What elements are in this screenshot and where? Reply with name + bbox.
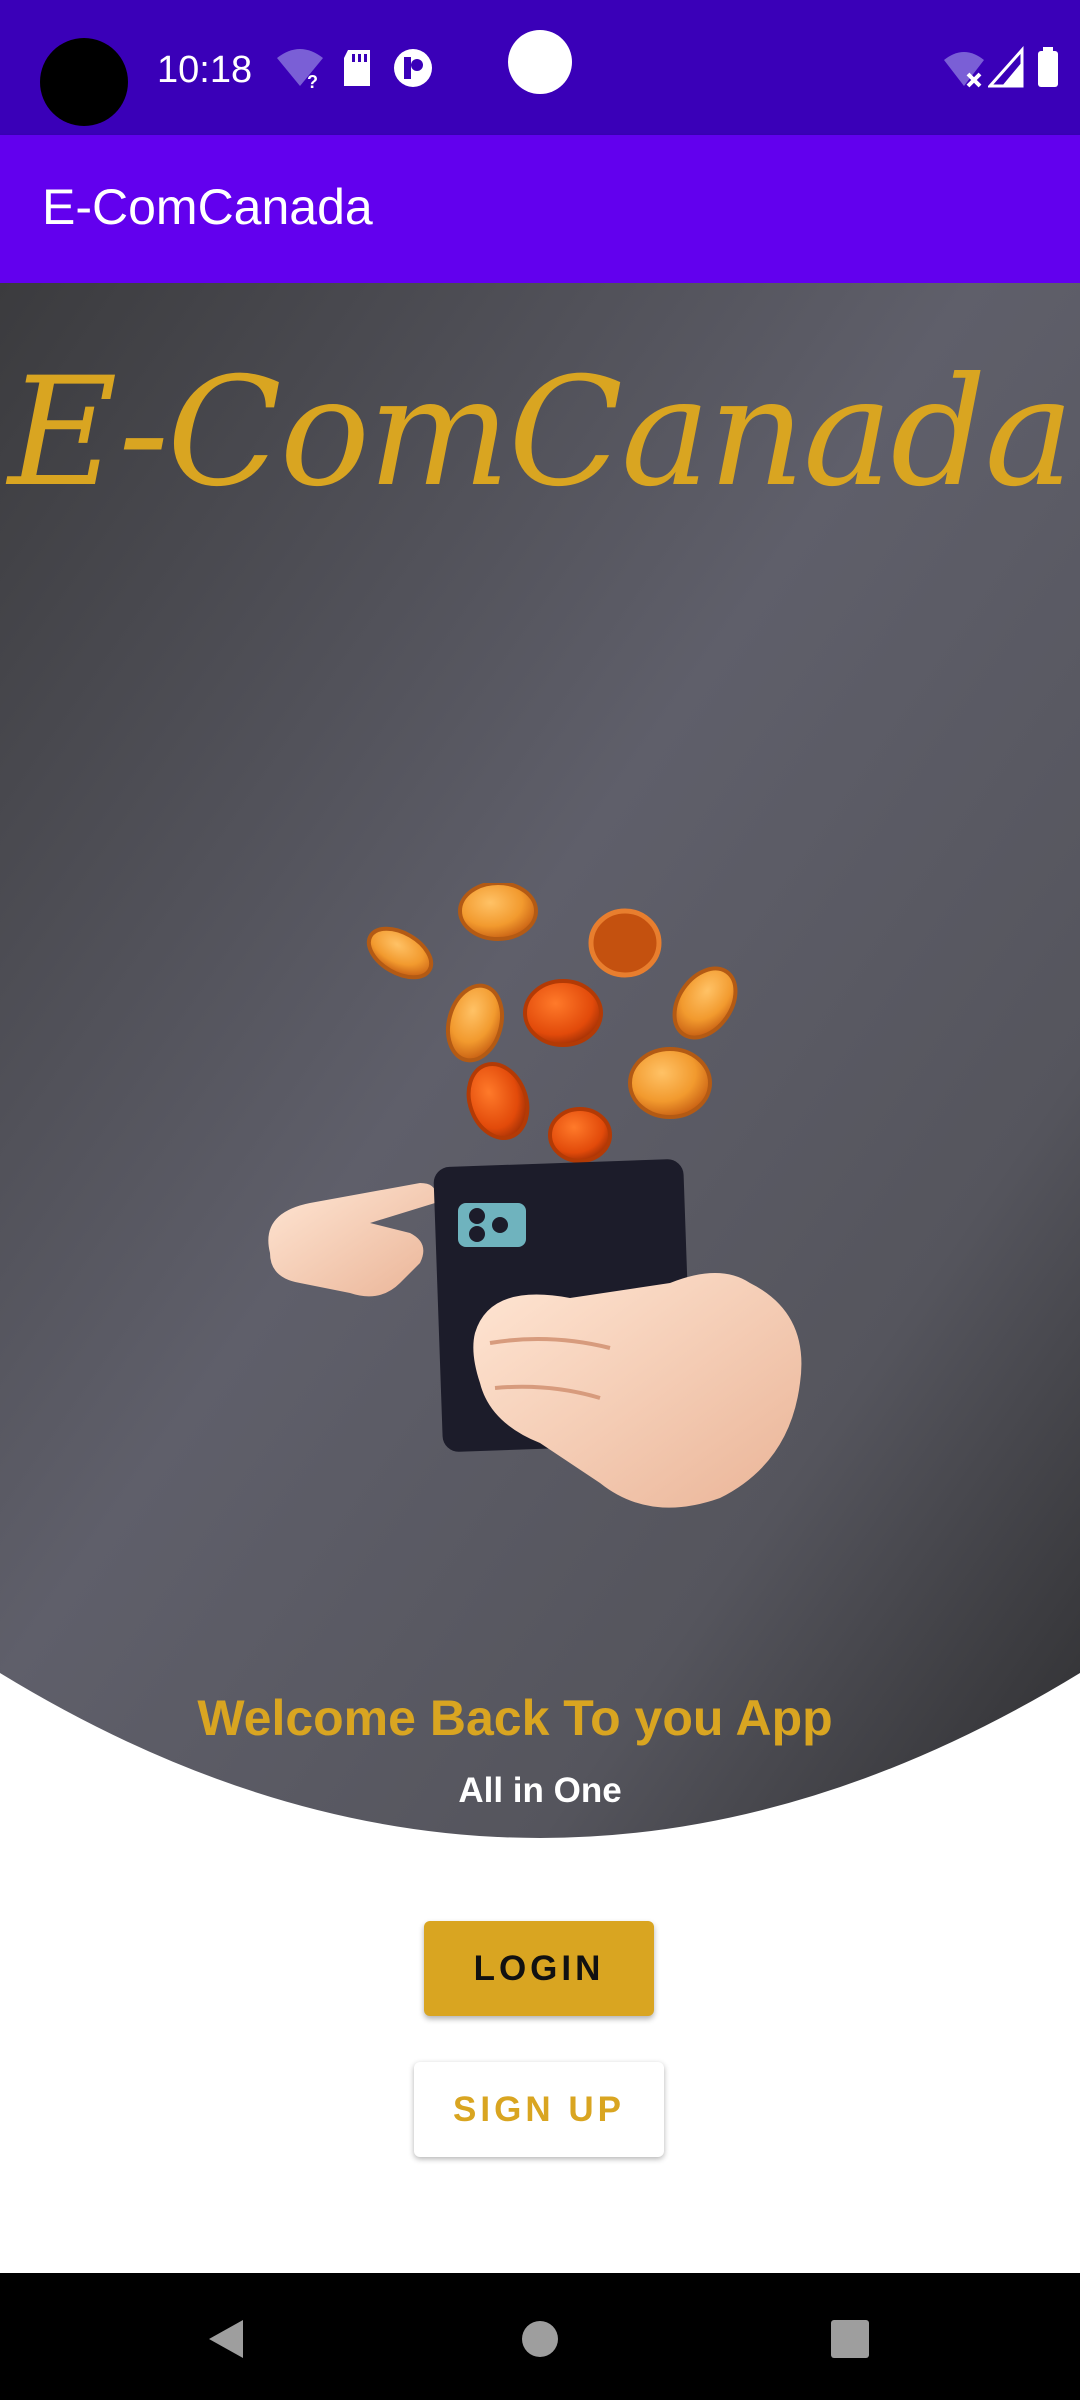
tagline-text: All in One <box>458 1771 622 1810</box>
hero-section: E-ComCanada Welcome Back To you App All … <box>0 283 1080 1848</box>
cell-signal-icon <box>988 46 1024 88</box>
login-button[interactable]: LOGIN <box>424 1921 654 2016</box>
brand-script-title: E-ComCanada <box>8 346 1074 520</box>
front-sensor <box>508 30 572 94</box>
hand-holding-phone-illustration <box>268 883 802 1508</box>
back-icon[interactable] <box>186 2299 266 2379</box>
status-bar: 10:18 ? <box>0 0 1080 135</box>
svg-text:?: ? <box>307 72 318 90</box>
app-bar-title: E-ComCanada <box>42 179 373 235</box>
wifi-off-icon <box>944 52 984 88</box>
welcome-heading: Welcome Back To you App <box>197 1690 833 1746</box>
camera-cutout <box>40 38 128 126</box>
home-icon[interactable] <box>500 2299 580 2379</box>
sd-card-icon <box>344 50 370 86</box>
wifi-question-icon: ? <box>277 49 323 90</box>
system-nav-bar <box>0 2273 1080 2400</box>
signup-button[interactable]: SIGN UP <box>414 2062 664 2157</box>
app-notification-icon <box>394 49 432 87</box>
recents-icon[interactable] <box>810 2299 890 2379</box>
status-time: 10:18 <box>157 49 253 91</box>
app-bar: E-ComCanada <box>0 135 1080 283</box>
battery-icon <box>1038 47 1058 87</box>
